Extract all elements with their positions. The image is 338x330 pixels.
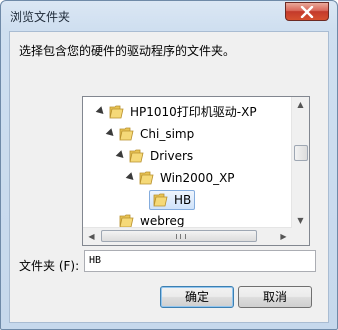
title-bar[interactable]: 浏览文件夹 (1, 1, 337, 31)
window-title: 浏览文件夹 (10, 10, 71, 24)
horizontal-scroll-thumb[interactable] (101, 230, 257, 242)
folder-icon (129, 149, 144, 163)
tree-item-label: Chi_simp (140, 127, 195, 141)
scroll-left-icon[interactable]: ◀ (87, 232, 96, 241)
ok-button[interactable]: 确定 (160, 286, 234, 308)
folder-icon (153, 193, 168, 207)
instruction-text: 选择包含您的硬件的驱动程序的文件夹。 (19, 44, 236, 58)
tree-item-label: HB (174, 193, 192, 207)
scroll-corner (292, 228, 309, 245)
cancel-button[interactable]: 取消 (238, 286, 312, 308)
close-button[interactable] (285, 2, 329, 21)
close-icon (300, 6, 314, 18)
scroll-down-icon[interactable]: ▼ (296, 216, 305, 225)
scroll-up-icon[interactable]: ▲ (296, 100, 305, 109)
folder-tree[interactable]: HP1010打印机驱动-XP Chi_simp Drivers Win2000_… (82, 96, 310, 246)
tree-item-label: Win2000_XP (160, 171, 235, 185)
folder-icon (139, 171, 154, 185)
tree-item-label: Drivers (150, 149, 194, 163)
folder-icon (119, 214, 134, 228)
horizontal-scrollbar[interactable]: ◀ ▶ (83, 227, 292, 245)
vertical-scroll-thumb[interactable] (294, 145, 308, 161)
tree-item-label: HP1010打印机驱动-XP (130, 105, 257, 119)
folder-field-label: 文件夹 (F): (19, 259, 80, 273)
expand-arrow-icon[interactable] (95, 106, 107, 117)
vertical-scrollbar[interactable]: ▲ ▼ (291, 97, 309, 228)
scroll-right-icon[interactable]: ▶ (279, 232, 288, 241)
folder-field[interactable]: HB (84, 250, 316, 272)
folder-icon (119, 127, 134, 141)
grip-icon (176, 234, 186, 239)
browse-folder-dialog: 浏览文件夹 选择包含您的硬件的驱动程序的文件夹。 HP1010打印机驱动-XP (0, 0, 338, 330)
expand-arrow-icon[interactable] (105, 128, 117, 139)
folder-icon (109, 105, 124, 119)
expand-arrow-icon[interactable] (125, 172, 137, 183)
dialog-client-area: 选择包含您的硬件的驱动程序的文件夹。 HP1010打印机驱动-XP Chi_si… (9, 31, 329, 323)
expand-arrow-icon[interactable] (115, 150, 127, 161)
